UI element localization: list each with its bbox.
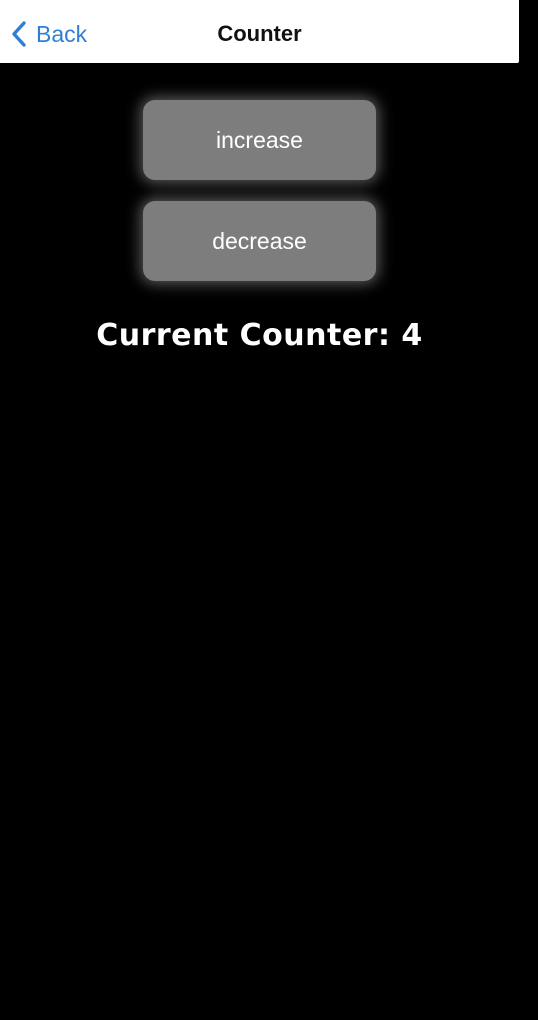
increase-button[interactable]: increase (143, 100, 376, 180)
back-label: Back (36, 21, 88, 47)
chevron-left-icon (10, 20, 28, 48)
navigation-bar: Back Counter (0, 0, 519, 63)
counter-screen: Back Counter increase decrease Current C… (0, 0, 538, 1020)
decrease-button[interactable]: decrease (143, 201, 376, 281)
back-button[interactable]: Back (10, 17, 87, 51)
current-counter-label: Current Counter: 4 (96, 318, 423, 353)
